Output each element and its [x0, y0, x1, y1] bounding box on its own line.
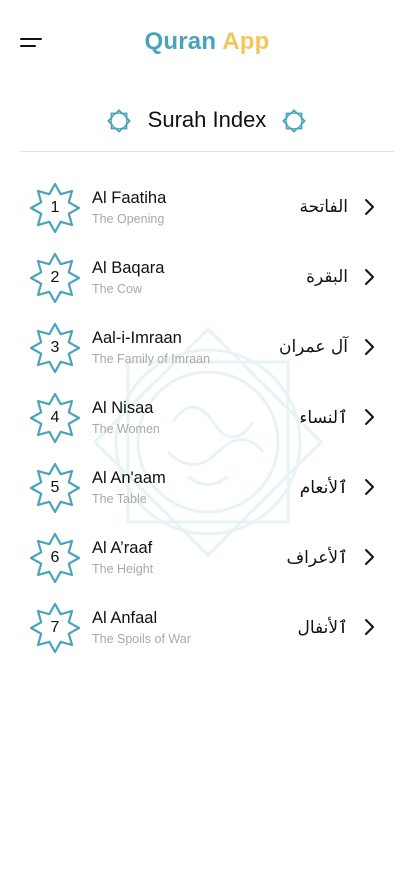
surah-list: 1 Al Faatiha The Opening الفاتحة 2 Al Ba…	[0, 172, 414, 662]
surah-arabic-name: الفاتحة	[299, 197, 348, 217]
surah-meaning: The Family of Imraan	[92, 352, 211, 366]
surah-row[interactable]: 3 Aal-i-Imraan The Family of Imraan آل ع…	[0, 312, 414, 382]
section-header: Surah Index	[0, 104, 414, 138]
chevron-right-icon[interactable]	[362, 338, 376, 356]
surah-name: Al Anfaal	[92, 609, 158, 627]
surah-meaning: The Height	[92, 562, 154, 576]
surah-number-badge: 7	[30, 603, 80, 653]
surah-number: 3	[50, 339, 60, 356]
surah-arabic-name: ٱلأنعام	[299, 478, 348, 498]
section-title: Surah Index	[147, 107, 267, 132]
chevron-right-icon[interactable]	[362, 408, 376, 426]
chevron-right-icon[interactable]	[362, 548, 376, 566]
surah-number-badge: 2	[30, 253, 80, 303]
surah-arabic-name: ٱلأنفال	[297, 618, 348, 638]
surah-row[interactable]: 1 Al Faatiha The Opening الفاتحة	[0, 172, 414, 242]
surah-number: 7	[50, 619, 60, 636]
surah-number-badge: 6	[30, 533, 80, 583]
surah-number: 4	[50, 409, 60, 426]
surah-name: Al A’raaf	[92, 539, 153, 557]
chevron-right-icon[interactable]	[362, 198, 376, 216]
app-title-quran: Quran	[144, 28, 217, 55]
chevron-right-icon[interactable]	[362, 268, 376, 286]
surah-name: Al An'aam	[92, 469, 166, 487]
surah-number-badge: 1	[30, 183, 80, 233]
surah-row[interactable]: 4 Al Nisaa The Women ٱلنساء	[0, 382, 414, 452]
surah-number: 2	[50, 269, 60, 286]
surah-arabic-name: ٱلنساء	[299, 408, 348, 428]
surah-meaning: The Opening	[92, 212, 165, 226]
chevron-right-icon[interactable]	[362, 618, 376, 636]
surah-row[interactable]: 6 Al A’raaf The Height ٱلأعراف	[0, 522, 414, 592]
surah-arabic-name: البقرة	[306, 267, 348, 287]
surah-number-badge: 4	[30, 393, 80, 443]
surah-meaning: The Table	[92, 492, 147, 506]
surah-arabic-name: ٱلأعراف	[286, 548, 348, 568]
surah-name: Aal-i-Imraan	[92, 329, 182, 347]
surah-number: 5	[50, 479, 60, 496]
app-title-app: App	[222, 28, 270, 55]
surah-row[interactable]: 7 Al Anfaal The Spoils of War ٱلأنفال	[0, 592, 414, 662]
octagon-star-ornament-icon	[282, 109, 306, 133]
surah-number: 6	[50, 549, 60, 566]
surah-row[interactable]: 5 Al An'aam The Table ٱلأنعام	[0, 452, 414, 522]
surah-name: Al Baqara	[92, 259, 165, 277]
surah-name: Al Nisaa	[92, 399, 154, 417]
surah-arabic-name: آل عمران	[278, 337, 348, 357]
app-title: Quran App	[0, 28, 414, 56]
surah-number-badge: 3	[30, 323, 80, 373]
surah-row[interactable]: 2 Al Baqara The Cow البقرة	[0, 242, 414, 312]
header-divider	[20, 151, 394, 152]
app-header: Quran App	[0, 0, 414, 90]
surah-name: Al Faatiha	[92, 189, 167, 207]
chevron-right-icon[interactable]	[362, 478, 376, 496]
surah-meaning: The Women	[92, 422, 160, 436]
surah-meaning: The Spoils of War	[92, 632, 191, 646]
surah-meaning: The Cow	[92, 282, 143, 296]
surah-number-badge: 5	[30, 463, 80, 513]
surah-number: 1	[50, 199, 60, 216]
